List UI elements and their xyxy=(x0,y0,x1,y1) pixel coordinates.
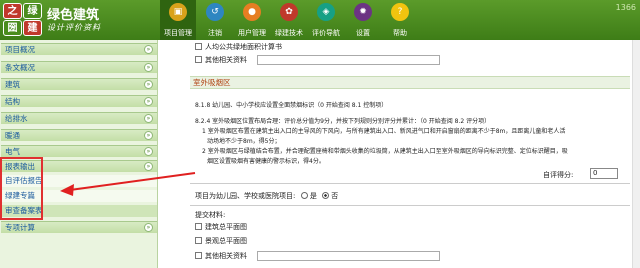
logo-char: 圀 xyxy=(3,20,22,36)
file-path-field[interactable] xyxy=(257,251,440,261)
clause-text: 烟区设置吸烟有害健康的警示标识，得4分。 xyxy=(207,158,325,165)
sidebar-header-special-calculation[interactable]: 专项计算» xyxy=(1,221,157,233)
chevron-icon: » xyxy=(144,63,153,72)
nav-item[interactable]: ◈ 评价导航 xyxy=(308,0,344,40)
clause-text: 1 室外吸烟区布置在建筑主出入口的主导风的下风向，与所有建筑出入口、新风进气口和… xyxy=(202,128,566,135)
chevron-icon: » xyxy=(144,114,153,123)
brand-subtitle: 设计评价资料 xyxy=(47,23,101,32)
checkbox[interactable] xyxy=(195,223,202,230)
top-header: 之 绿 圀 建 绿色建筑 设计评价资料 ▣ 项目管理 ↺ 注销 ● 用户管理 ✿ 绿建技术 ◈ 评… xyxy=(0,0,640,40)
checkbox[interactable] xyxy=(195,237,202,244)
radio-yes[interactable] xyxy=(300,192,308,199)
brand-logo: 之 绿 圀 建 xyxy=(3,3,43,37)
nav-item[interactable]: ● 用户管理 xyxy=(234,0,270,40)
clause-text: 8.2.4 室外吸烟区位置布局合理：评价总分值为9分，并按下列规则分别评分并累计… xyxy=(195,118,491,125)
logo-char: 之 xyxy=(3,3,22,19)
nav-item[interactable]: ✿ 绿建技术 xyxy=(271,0,307,40)
checkbox-row[interactable]: 其他相关资料 xyxy=(195,55,247,65)
nav-item[interactable]: ✹ 设置 xyxy=(345,0,381,40)
highlight-box xyxy=(0,157,43,220)
checkbox[interactable] xyxy=(195,43,202,50)
checkbox-row[interactable]: 景观总平面图 xyxy=(195,236,247,246)
sidebar-header-architecture[interactable]: 建筑» xyxy=(1,78,157,90)
nav-item[interactable]: ? 帮助 xyxy=(382,0,418,40)
version-label: 1366 xyxy=(615,3,636,12)
sidebar-header-hvac[interactable]: 暖通» xyxy=(1,129,157,141)
clause-text: 2 室外吸烟区与绿植结合布置，并合理配置座椅和带烟头收集的垃圾筒，从建筑主出入口… xyxy=(202,148,568,155)
nav-label: 帮助 xyxy=(393,29,407,37)
file-path-field[interactable] xyxy=(257,55,440,65)
checkbox-row[interactable]: 人均公共绿地面积计算书 xyxy=(195,42,282,52)
question-row: 项目为幼儿园、学校或医院项目: 是 否 xyxy=(195,192,339,200)
map-icon: ◈ xyxy=(317,3,335,21)
section-header: 室外吸烟区 xyxy=(190,76,630,89)
sidebar-header-electrical[interactable]: 电气» xyxy=(1,145,157,157)
chevron-icon: » xyxy=(144,97,153,106)
checkbox[interactable] xyxy=(195,252,202,259)
clause-text: 8.1.8 幼儿园、中小学校应设置全面禁烟标识（0 开始查阅 8.1 控制项） xyxy=(195,102,388,109)
scrollbar[interactable] xyxy=(632,40,640,268)
materials-label: 提交材料: xyxy=(195,211,226,219)
logo-char: 建 xyxy=(23,20,42,36)
checkbox-row[interactable]: 其他相关资料 xyxy=(195,251,247,261)
chevron-icon: » xyxy=(144,223,153,232)
nav-item[interactable]: ↺ 注销 xyxy=(197,0,233,40)
nav-item[interactable]: ▣ 项目管理 xyxy=(160,0,196,40)
self-score-label: 自评得分: xyxy=(543,171,574,179)
divider xyxy=(190,205,630,206)
clause-text: 动场地不少于8m，得5分； xyxy=(207,138,281,145)
logout-icon: ↺ xyxy=(206,3,224,21)
folder-icon: ▣ xyxy=(169,3,187,21)
radio-no[interactable] xyxy=(322,192,330,199)
sidebar-header-structure[interactable]: 结构» xyxy=(1,95,157,107)
chevron-icon: » xyxy=(144,131,153,140)
sidebar: 项目概况» 条文概况» 建筑» 结构» 给排水» 暖通» 电气» 报表输出» 自… xyxy=(0,40,158,268)
user-icon: ● xyxy=(243,3,261,21)
checkbox[interactable] xyxy=(195,56,202,63)
self-score-input[interactable]: 0 xyxy=(590,168,618,179)
gear-icon: ✹ xyxy=(354,3,372,21)
chevron-icon: » xyxy=(144,147,153,156)
divider xyxy=(190,183,630,184)
leaf-icon: ✿ xyxy=(280,3,298,21)
checkbox-row[interactable]: 建筑总平面图 xyxy=(195,222,247,232)
help-icon: ? xyxy=(391,3,409,21)
sidebar-header-clauses[interactable]: 条文概况» xyxy=(1,61,157,73)
chevron-icon: » xyxy=(144,162,153,171)
chevron-icon: » xyxy=(144,80,153,89)
sidebar-header-project-overview[interactable]: 项目概况» xyxy=(1,43,157,55)
brand-name: 绿色建筑 xyxy=(47,8,100,23)
sidebar-header-plumbing[interactable]: 给排水» xyxy=(1,112,157,124)
logo-char: 绿 xyxy=(23,3,42,19)
chevron-icon: » xyxy=(144,45,153,54)
main-content: 人均公共绿地面积计算书 其他相关资料 室外吸烟区 8.1.8 幼儿园、中小学校应… xyxy=(160,40,638,268)
